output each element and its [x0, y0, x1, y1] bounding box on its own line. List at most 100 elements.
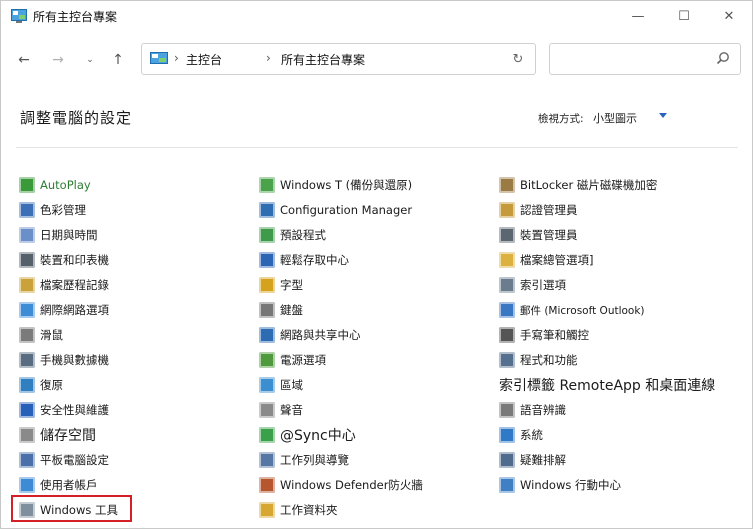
control-panel-item[interactable]: 輕鬆存取中心 — [259, 250, 349, 270]
item-label: 索引選項 — [520, 278, 566, 292]
mouse-icon — [19, 327, 35, 343]
breadcrumb-control-panel[interactable]: 主控台 — [186, 51, 222, 68]
item-label: 聲音 — [280, 403, 303, 417]
maximize-button[interactable]: ☐ — [661, 1, 707, 32]
control-panel-item[interactable]: 郵件 (Microsoft Outlook) — [499, 300, 645, 320]
control-panel-item[interactable]: 工作資料夾 — [259, 500, 338, 520]
control-panel-item[interactable]: @Sync中心 — [259, 425, 356, 445]
control-panel-window: 所有主控台專案 — ☐ ✕ ← → ⌄ ↑ › 主控台 › 所有主控台專案 ↻ — [0, 0, 753, 529]
autoplay-icon — [19, 177, 35, 193]
bitlocker-icon — [499, 177, 515, 193]
view-by-dropdown[interactable]: 小型圖示 — [593, 110, 637, 126]
item-label: 電源選項 — [280, 353, 326, 367]
power-options-icon — [259, 352, 275, 368]
control-panel-item[interactable]: 手機與數據機 — [19, 350, 109, 370]
back-button[interactable]: ← — [13, 49, 35, 71]
item-label: 郵件 (Microsoft Outlook) — [520, 304, 645, 317]
phone-modem-icon — [19, 352, 35, 368]
item-label: 字型 — [280, 278, 303, 292]
item-label: 索引標籤 RemoteApp 和桌面連線 — [499, 378, 716, 394]
control-panel-item[interactable]: 電源選項 — [259, 350, 326, 370]
control-panel-item[interactable]: Windows T (備份與還原) — [259, 175, 412, 195]
chevron-down-icon[interactable] — [659, 113, 667, 118]
control-panel-item[interactable]: Configuration Manager — [259, 200, 412, 220]
item-label: 安全性與維護 — [40, 403, 109, 417]
programs-features-icon — [499, 352, 515, 368]
item-label: Windows T (備份與還原) — [280, 178, 413, 192]
control-panel-item[interactable]: 區域 — [259, 375, 303, 395]
control-panel-item[interactable]: 預設程式 — [259, 225, 326, 245]
control-panel-item[interactable]: 使用者帳戶 — [19, 475, 98, 495]
item-label: 手寫筆和觸控 — [520, 328, 589, 342]
region-icon — [259, 377, 275, 393]
control-panel-item[interactable]: 日期與時間 — [19, 225, 98, 245]
item-label: 網路與共享中心 — [280, 328, 361, 342]
control-panel-item[interactable]: 平板電腦設定 — [19, 450, 109, 470]
minimize-button[interactable]: — — [615, 1, 661, 32]
search-input[interactable] — [549, 43, 741, 75]
control-panel-item[interactable]: 鍵盤 — [259, 300, 303, 320]
header-divider — [16, 147, 738, 148]
control-panel-item[interactable]: 儲存空間 — [19, 425, 96, 445]
mobility-center-icon — [499, 477, 515, 493]
network-sharing-icon — [259, 327, 275, 343]
forward-button[interactable]: → — [47, 49, 69, 71]
control-panel-item[interactable]: 檔案總管選項] — [499, 250, 594, 270]
indexing-options-icon — [499, 277, 515, 293]
user-accounts-icon — [19, 477, 35, 493]
view-by-label: 檢視方式: — [538, 113, 584, 125]
mail-icon — [499, 302, 515, 318]
breadcrumb-separator[interactable]: › — [174, 51, 179, 65]
control-panel-item[interactable]: 語音辨識 — [499, 400, 566, 420]
sync-center-icon — [259, 427, 275, 443]
control-panel-item[interactable]: 認證管理員 — [499, 200, 578, 220]
internet-options-icon — [19, 302, 35, 318]
up-button[interactable]: ↑ — [107, 49, 129, 71]
navigation-bar: ← → ⌄ ↑ › 主控台 › 所有主控台專案 ↻ — [1, 35, 752, 83]
control-panel-item[interactable]: 字型 — [259, 275, 303, 295]
item-label: 裝置管理員 — [520, 228, 578, 242]
item-label: @Sync中心 — [280, 428, 356, 444]
control-panel-item[interactable]: 索引選項 — [499, 275, 566, 295]
control-panel-item[interactable]: 裝置管理員 — [499, 225, 578, 245]
item-label: 復原 — [40, 378, 63, 392]
fonts-icon — [259, 277, 275, 293]
keyboard-icon — [259, 302, 275, 318]
search-icon — [716, 52, 729, 65]
close-button[interactable]: ✕ — [706, 1, 752, 32]
item-label: 區域 — [280, 378, 303, 392]
control-panel-item[interactable]: Windows 行動中心 — [499, 475, 621, 495]
control-panel-item[interactable]: 復原 — [19, 375, 63, 395]
control-panel-item[interactable]: 工作列與導覽 — [259, 450, 349, 470]
control-panel-item[interactable]: Windows Defender防火牆 — [259, 475, 423, 495]
control-panel-item[interactable]: 聲音 — [259, 400, 303, 420]
control-panel-item[interactable]: 程式和功能 — [499, 350, 578, 370]
item-label: BitLocker 磁片磁碟機加密 — [520, 178, 658, 192]
control-panel-icon — [11, 9, 27, 23]
item-label: 輕鬆存取中心 — [280, 253, 349, 267]
control-panel-item[interactable]: 網路與共享中心 — [259, 325, 361, 345]
tablet-icon — [19, 452, 35, 468]
control-panel-item[interactable]: BitLocker 磁片磁碟機加密 — [499, 175, 657, 195]
color-management-icon — [19, 202, 35, 218]
control-panel-item[interactable]: 系統 — [499, 425, 543, 445]
item-label: 檔案歷程記錄 — [40, 278, 109, 292]
breadcrumb-all-items[interactable]: 所有主控台專案 — [281, 51, 365, 68]
control-panel-item[interactable]: 網際網路選項 — [19, 300, 109, 320]
control-panel-item[interactable]: 色彩管理 — [19, 200, 86, 220]
control-panel-item[interactable]: 索引標籤 RemoteApp 和桌面連線 — [499, 375, 715, 395]
troubleshooting-icon — [499, 452, 515, 468]
control-panel-item[interactable]: 滑鼠 — [19, 325, 63, 345]
control-panel-item[interactable]: AutoPlay — [19, 175, 91, 195]
address-bar[interactable]: › 主控台 › 所有主控台專案 ↻ — [141, 43, 536, 75]
control-panel-item[interactable]: 安全性與維護 — [19, 400, 109, 420]
control-panel-item[interactable]: 檔案歷程記錄 — [19, 275, 109, 295]
item-label: 程式和功能 — [520, 353, 578, 367]
recent-locations-button[interactable]: ⌄ — [79, 49, 101, 71]
control-panel-item[interactable]: 疑難排解 — [499, 450, 566, 470]
breadcrumb-separator[interactable]: › — [266, 51, 271, 65]
refresh-button[interactable]: ↻ — [509, 50, 527, 68]
window-title: 所有主控台專案 — [33, 10, 118, 24]
control-panel-item[interactable]: 手寫筆和觸控 — [499, 325, 589, 345]
control-panel-item[interactable]: 裝置和印表機 — [19, 250, 109, 270]
